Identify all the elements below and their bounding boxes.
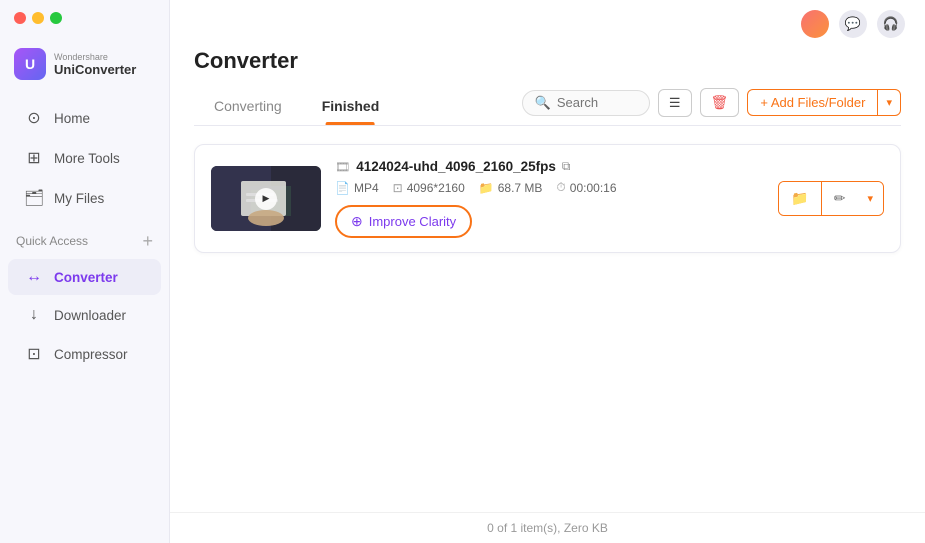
tab-converting[interactable]: Converting — [194, 90, 302, 124]
home-icon: ⊙ — [24, 108, 44, 128]
sidebar-item-downloader[interactable]: ↓ Downloader — [8, 297, 161, 333]
page-title: Converter — [194, 48, 901, 74]
quick-access-add-button[interactable]: + — [142, 232, 153, 250]
tabs-bar: Converting Finished 🔍 ☰ 🗑 — [194, 88, 901, 126]
add-files-label: + Add Files/Folder — [760, 95, 865, 110]
sidebar-nav: ⊙ Home ⊞ More Tools 🗂 My Files — [0, 94, 169, 222]
open-folder-button[interactable]: 📁 — [779, 182, 820, 215]
quick-access-header: Quick Access + — [0, 222, 169, 254]
my-files-icon: 🗂 — [24, 188, 44, 208]
sidebar: U Wondershare UniConverter ⊙ Home ⊞ More… — [0, 0, 170, 543]
message-icon[interactable]: 💬 — [839, 10, 867, 38]
quick-access-nav: ↔ Converter ↓ Downloader ⊡ Compressor — [0, 254, 169, 378]
duration-meta: ⏱ 00:00:16 — [556, 180, 616, 195]
resolution-meta: ⊡ 4096*2160 — [393, 181, 465, 195]
sidebar-item-converter[interactable]: ↔ Converter — [8, 259, 161, 295]
sidebar-item-label-converter: Converter — [54, 270, 118, 285]
logo-icon: U — [14, 48, 46, 80]
minimize-button[interactable] — [32, 12, 44, 24]
main-header-bar: 💬 🎧 — [170, 0, 925, 38]
file-meta: 📄 MP4 ⊡ 4096*2160 📁 68.7 MB ⏱ 00:00:16 — [335, 180, 764, 195]
sidebar-item-home[interactable]: ⊙ Home — [8, 99, 161, 137]
sidebar-item-label-home: Home — [54, 111, 90, 126]
sidebar-item-my-files[interactable]: 🗂 My Files — [8, 179, 161, 217]
sidebar-item-label-more-tools: More Tools — [54, 151, 120, 166]
chevron-down-icon: ▾ — [886, 97, 892, 109]
tabs-right: 🔍 ☰ 🗑 + Add Files/Folder ▾ — [522, 88, 901, 125]
main-content: Converter Converting Finished 🔍 ☰ — [170, 38, 925, 512]
improve-clarity-icon: ⊕ — [351, 213, 363, 230]
add-files-chevron[interactable]: ▾ — [878, 91, 900, 114]
add-files-main[interactable]: + Add Files/Folder — [748, 90, 878, 115]
search-icon: 🔍 — [535, 95, 551, 111]
logo-text: Wondershare UniConverter — [54, 52, 136, 77]
file-actions: 📁 ✏ ▾ — [778, 181, 884, 216]
play-button-overlay[interactable]: ▶ — [255, 188, 277, 210]
delete-button[interactable]: 🗑 — [700, 88, 740, 117]
logo-name: UniConverter — [54, 62, 136, 77]
file-size: 68.7 MB — [498, 181, 543, 195]
more-tools-icon: ⊞ — [24, 148, 44, 168]
delete-icon: 🗑 — [711, 94, 729, 110]
sidebar-item-label-downloader: Downloader — [54, 308, 126, 323]
sidebar-item-compressor[interactable]: ⊡ Compressor — [8, 335, 161, 373]
sidebar-item-more-tools[interactable]: ⊞ More Tools — [8, 139, 161, 177]
search-input[interactable] — [557, 95, 637, 110]
tab-finished[interactable]: Finished — [302, 90, 400, 124]
sidebar-item-label-compressor: Compressor — [54, 347, 128, 362]
file-info: 🎞 4124024-uhd_4096_2160_25fps ⧉ 📄 MP4 ⊡ … — [335, 159, 764, 238]
duration-icon: ⏱ — [556, 180, 565, 195]
file-format: MP4 — [354, 181, 379, 195]
downloader-icon: ↓ — [24, 306, 44, 324]
traffic-lights — [0, 0, 169, 32]
file-duration: 00:00:16 — [570, 181, 617, 195]
status-bar: 0 of 1 item(s), Zero KB — [170, 512, 925, 543]
format-icon: 📄 — [335, 181, 350, 195]
headphone-icon[interactable]: 🎧 — [877, 10, 905, 38]
file-resolution: 4096*2160 — [407, 181, 465, 195]
quick-access-label: Quick Access — [16, 234, 88, 248]
list-icon: ☰ — [669, 95, 681, 111]
video-file-icon: 🎞 — [335, 160, 350, 174]
format-meta: 📄 MP4 — [335, 181, 379, 195]
size-icon: 📁 — [479, 181, 494, 195]
list-view-button[interactable]: ☰ — [658, 89, 692, 117]
file-thumbnail: ▶ — [211, 166, 321, 231]
main-panel: 💬 🎧 Converter Converting Finished 🔍 ☰ — [170, 0, 925, 543]
file-name: 4124024-uhd_4096_2160_25fps — [356, 159, 556, 174]
add-files-button[interactable]: + Add Files/Folder ▾ — [747, 89, 901, 116]
resolution-icon: ⊡ — [393, 181, 403, 195]
edit-button[interactable]: ✏ — [822, 182, 858, 215]
tabs-left: Converting Finished — [194, 90, 399, 124]
app-logo: U Wondershare UniConverter — [0, 32, 169, 94]
external-link-icon[interactable]: ⧉ — [562, 159, 571, 174]
sidebar-item-label-my-files: My Files — [54, 191, 104, 206]
user-avatar[interactable] — [801, 10, 829, 38]
logo-brand: Wondershare — [54, 52, 136, 62]
size-meta: 📁 68.7 MB — [479, 181, 543, 195]
compressor-icon: ⊡ — [24, 344, 44, 364]
maximize-button[interactable] — [50, 12, 62, 24]
improve-clarity-label: Improve Clarity — [369, 214, 456, 229]
improve-clarity-button[interactable]: ⊕ Improve Clarity — [335, 205, 472, 238]
action-chevron-button[interactable]: ▾ — [857, 182, 883, 215]
file-card: ▶ 🎞 4124024-uhd_4096_2160_25fps ⧉ 📄 MP4 … — [194, 144, 901, 253]
action-button-group: 📁 ✏ ▾ — [778, 181, 884, 216]
search-bar[interactable]: 🔍 — [522, 90, 650, 116]
file-name-row: 🎞 4124024-uhd_4096_2160_25fps ⧉ — [335, 159, 764, 174]
status-text: 0 of 1 item(s), Zero KB — [487, 521, 608, 535]
close-button[interactable] — [14, 12, 26, 24]
converter-icon: ↔ — [24, 268, 44, 286]
